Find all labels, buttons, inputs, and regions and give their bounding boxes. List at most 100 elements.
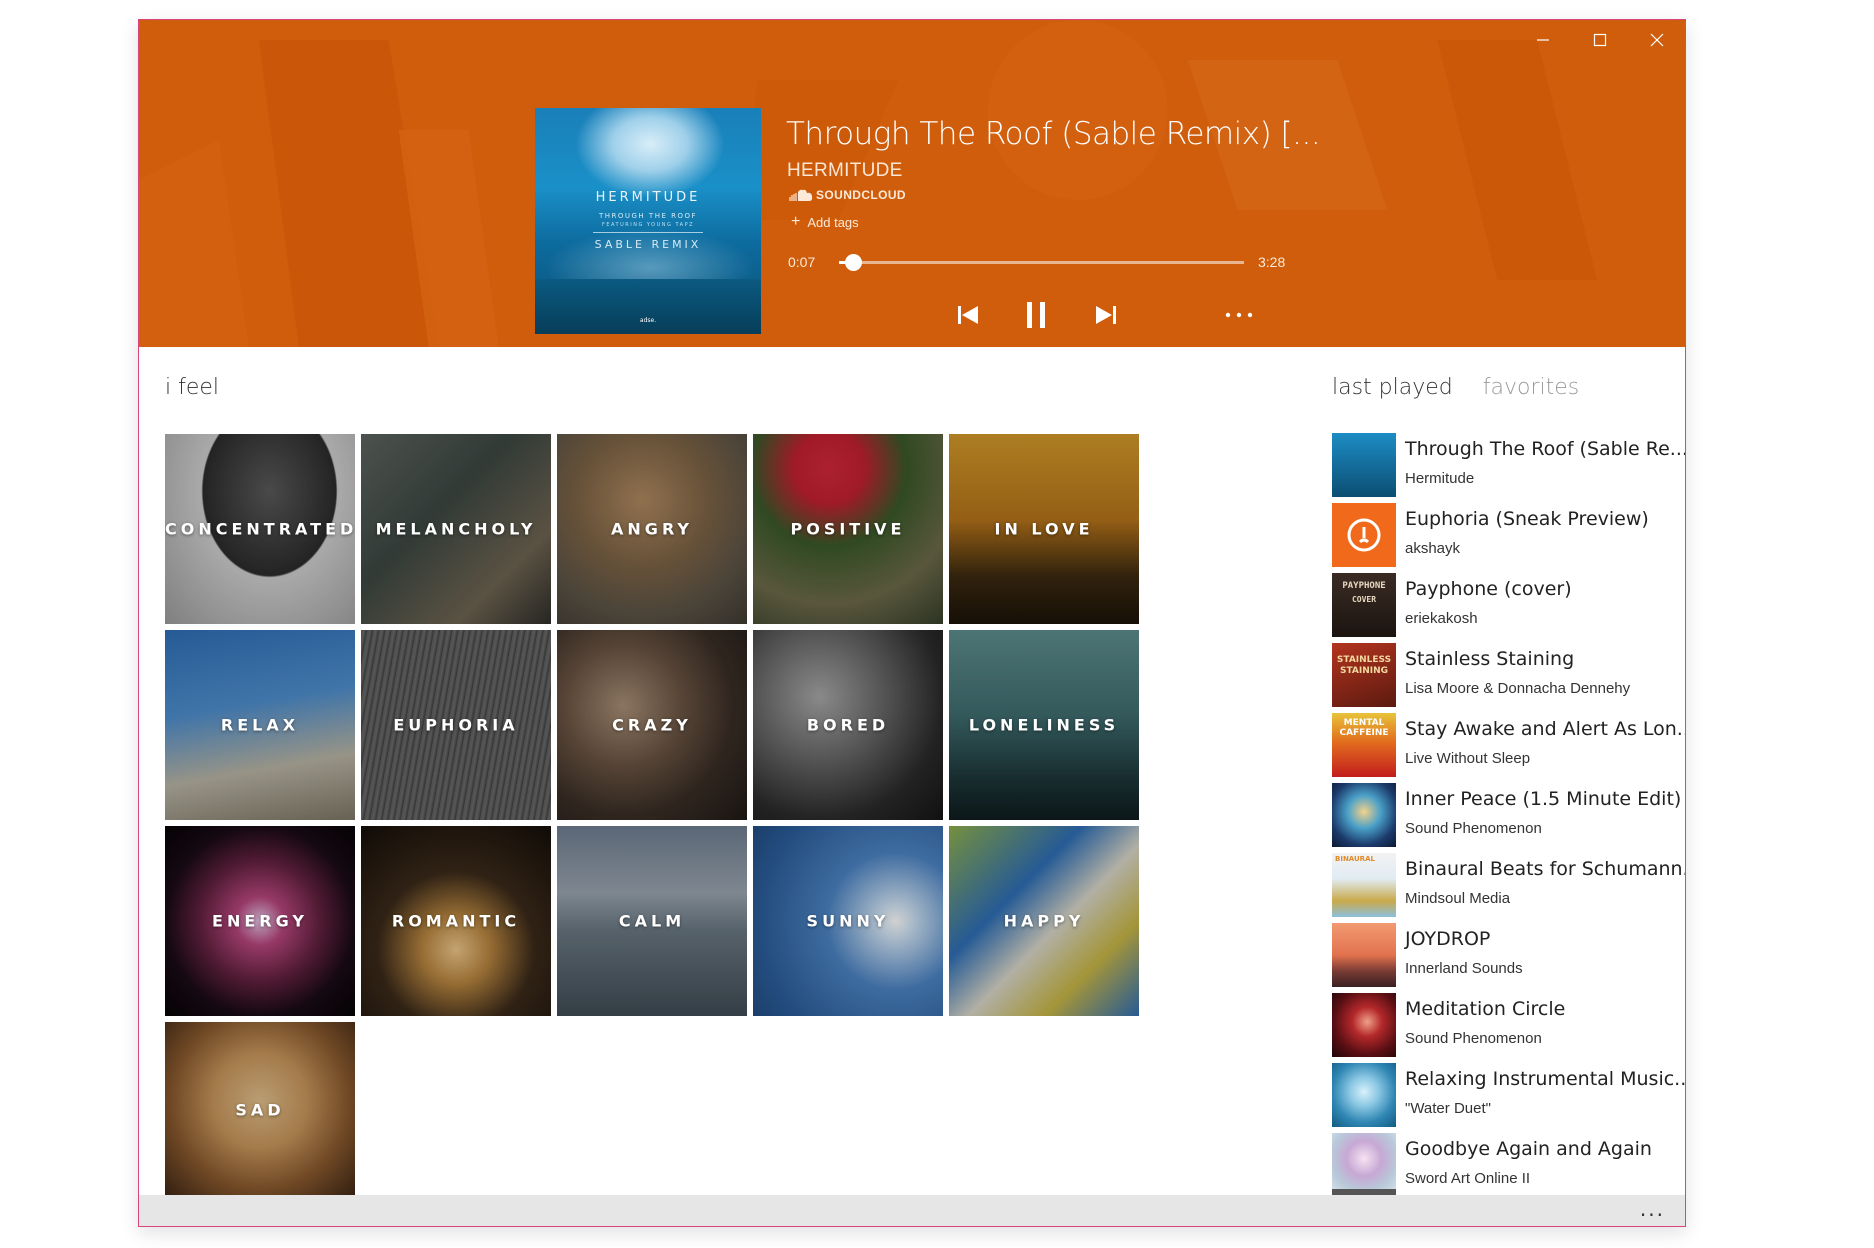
mood-tile-loneliness[interactable]: LONELINESS bbox=[949, 630, 1139, 820]
pause-button[interactable] bbox=[1019, 300, 1053, 330]
track-thumbnail bbox=[1332, 993, 1396, 1057]
track-thumbnail bbox=[1332, 783, 1396, 847]
list-item[interactable]: Euphoria (Sneak Preview) akshayk bbox=[1332, 500, 1685, 570]
track-artist[interactable]: HERMITUDE bbox=[787, 160, 903, 182]
track-thumbnail bbox=[1332, 503, 1396, 567]
cover-divider bbox=[593, 232, 703, 233]
track-thumbnail bbox=[1332, 1063, 1396, 1127]
mood-tile-sad[interactable]: SAD bbox=[165, 1022, 355, 1197]
thumb-text: STAINLESS STAINING bbox=[1336, 655, 1392, 676]
track-thumbnail: MENTAL CAFFEINE bbox=[1332, 713, 1396, 777]
list-item[interactable]: Meditation Circle Sound Phenomenon bbox=[1332, 990, 1685, 1060]
mood-tile-happy[interactable]: HAPPY bbox=[949, 826, 1139, 1016]
minimize-icon bbox=[1536, 39, 1549, 41]
mood-tile-bored[interactable]: BORED bbox=[753, 630, 943, 820]
list-item-artist: Sound Phenomenon bbox=[1405, 1030, 1542, 1047]
minimize-button[interactable] bbox=[1514, 20, 1571, 60]
mood-tile-in-love[interactable]: IN LOVE bbox=[949, 434, 1139, 624]
mood-tile-label: BORED bbox=[806, 715, 890, 735]
list-item-title: Payphone (cover) bbox=[1405, 578, 1572, 600]
add-tags-label: Add tags bbox=[807, 214, 859, 230]
pause-icon bbox=[1027, 302, 1045, 328]
mood-tile-sunny[interactable]: SUNNY bbox=[753, 826, 943, 1016]
cover-artist-text: HERMITUDE bbox=[595, 190, 701, 205]
list-item[interactable]: Inner Peace (1.5 Minute Edit) Sound Phen… bbox=[1332, 780, 1685, 850]
album-cover: HERMITUDE THROUGH THE ROOF FEATURING YOU… bbox=[535, 108, 761, 334]
cover-sea bbox=[535, 279, 761, 334]
last-played-list: Through The Roof (Sable Re... Hermitude … bbox=[1332, 430, 1686, 1200]
list-item[interactable]: BINAURAL Binaural Beats for Schumann... … bbox=[1332, 850, 1685, 920]
next-button[interactable] bbox=[1089, 300, 1123, 330]
mood-tile-label: IN LOVE bbox=[994, 519, 1094, 539]
track-thumbnail: BINAURAL bbox=[1332, 853, 1396, 917]
mood-tile-label: POSITIVE bbox=[790, 519, 906, 539]
thumb-subtext: COVER bbox=[1351, 595, 1377, 604]
cover-label-text: adse. bbox=[639, 317, 657, 324]
thumb-text: PAYPHONE bbox=[1342, 581, 1386, 591]
list-item-artist: eriekakosh bbox=[1405, 610, 1478, 627]
tab-last-played[interactable]: last played bbox=[1332, 375, 1453, 400]
mood-tile-relax[interactable]: RELAX bbox=[165, 630, 355, 820]
soundcloud-icon bbox=[789, 189, 813, 201]
list-item-artist: akshayk bbox=[1405, 540, 1461, 557]
mood-tile-label: SUNNY bbox=[806, 911, 890, 931]
list-item-title: Goodbye Again and Again bbox=[1405, 1138, 1652, 1160]
list-item-artist: "Water Duet" bbox=[1405, 1100, 1491, 1117]
app-window: HERMITUDE THROUGH THE ROOF FEATURING YOU… bbox=[138, 19, 1686, 1227]
list-item-artist: Live Without Sleep bbox=[1405, 750, 1531, 767]
list-item-artist: Innerland Sounds bbox=[1405, 960, 1523, 977]
more-icon bbox=[1225, 312, 1253, 318]
mood-tile-label: MELANCHOLY bbox=[375, 519, 537, 539]
list-item[interactable]: Relaxing Instrumental Music... "Water Du… bbox=[1332, 1060, 1685, 1130]
list-item-artist: Mindsoul Media bbox=[1405, 890, 1511, 907]
list-item[interactable]: PAYPHONE COVER Payphone (cover) eriekako… bbox=[1332, 570, 1685, 640]
list-item-artist: Lisa Moore & Donnacha Dennehy bbox=[1405, 680, 1631, 697]
maximize-icon bbox=[1593, 33, 1606, 47]
mood-tile-label: ROMANTIC bbox=[391, 911, 521, 931]
close-button[interactable] bbox=[1628, 20, 1685, 60]
mood-tile-energy[interactable]: ENERGY bbox=[165, 826, 355, 1016]
tab-favorites[interactable]: favorites bbox=[1483, 375, 1580, 400]
source-badge: SOUNDCLOUD bbox=[788, 188, 906, 202]
track-thumbnail: STAINLESS STAINING bbox=[1332, 643, 1396, 707]
list-item[interactable]: Through The Roof (Sable Re... Hermitude bbox=[1332, 430, 1686, 500]
track-title: Through The Roof (Sable Remix) [... bbox=[786, 116, 1321, 152]
list-item-title: Inner Peace (1.5 Minute Edit) bbox=[1405, 788, 1682, 810]
previous-button[interactable] bbox=[951, 300, 985, 330]
mood-tile-label: ANGRY bbox=[611, 519, 693, 539]
list-item-artist: Hermitude bbox=[1405, 470, 1475, 487]
mood-tile-positive[interactable]: POSITIVE bbox=[753, 434, 943, 624]
mood-tile-label: LONELINESS bbox=[968, 715, 1120, 735]
list-item-title: Through The Roof (Sable Re... bbox=[1405, 438, 1686, 460]
progress-slider[interactable] bbox=[839, 254, 1244, 271]
mood-tile-concentrated[interactable]: CONCENTRATED bbox=[165, 434, 355, 624]
mood-tile-calm[interactable]: CALM bbox=[557, 826, 747, 1016]
time-total: 3:28 bbox=[1258, 254, 1286, 270]
more-options-button[interactable] bbox=[1219, 300, 1259, 330]
mood-tile-crazy[interactable]: CRAZY bbox=[557, 630, 747, 820]
window-controls bbox=[1514, 20, 1685, 60]
cover-cloud bbox=[575, 108, 725, 198]
add-tags-button[interactable]: + Add tags bbox=[791, 214, 859, 230]
cover-remix-text: SABLE REMIX bbox=[594, 238, 702, 251]
app-bar: ... bbox=[139, 1195, 1685, 1226]
maximize-button[interactable] bbox=[1571, 20, 1628, 60]
list-item-title: Stay Awake and Alert As Lon... bbox=[1405, 718, 1686, 740]
track-thumbnail bbox=[1332, 433, 1396, 497]
cover-feature-text: FEATURING YOUNG TAPZ bbox=[601, 222, 695, 228]
progress-thumb[interactable] bbox=[844, 254, 862, 271]
mood-tile-angry[interactable]: ANGRY bbox=[557, 434, 747, 624]
list-item[interactable]: STAINLESS STAINING Stainless Staining Li… bbox=[1332, 640, 1685, 710]
mood-tile-melancholy[interactable]: MELANCHOLY bbox=[361, 434, 551, 624]
mood-tile-label: SAD bbox=[235, 1100, 285, 1119]
list-item[interactable]: MENTAL CAFFEINE Stay Awake and Alert As … bbox=[1332, 710, 1686, 780]
mood-tile-romantic[interactable]: ROMANTIC bbox=[361, 826, 551, 1016]
app-bar-more-button[interactable]: ... bbox=[1640, 1197, 1665, 1221]
mood-tile-label: RELAX bbox=[220, 715, 300, 735]
track-thumbnail bbox=[1332, 923, 1396, 987]
thumb-text: BINAURAL bbox=[1335, 855, 1375, 863]
section-title-i-feel: i feel bbox=[165, 375, 220, 400]
header-background-art bbox=[139, 20, 1685, 347]
mood-tile-euphoria[interactable]: EUPHORIA bbox=[361, 630, 551, 820]
list-item[interactable]: JOYDROP Innerland Sounds bbox=[1332, 920, 1685, 990]
